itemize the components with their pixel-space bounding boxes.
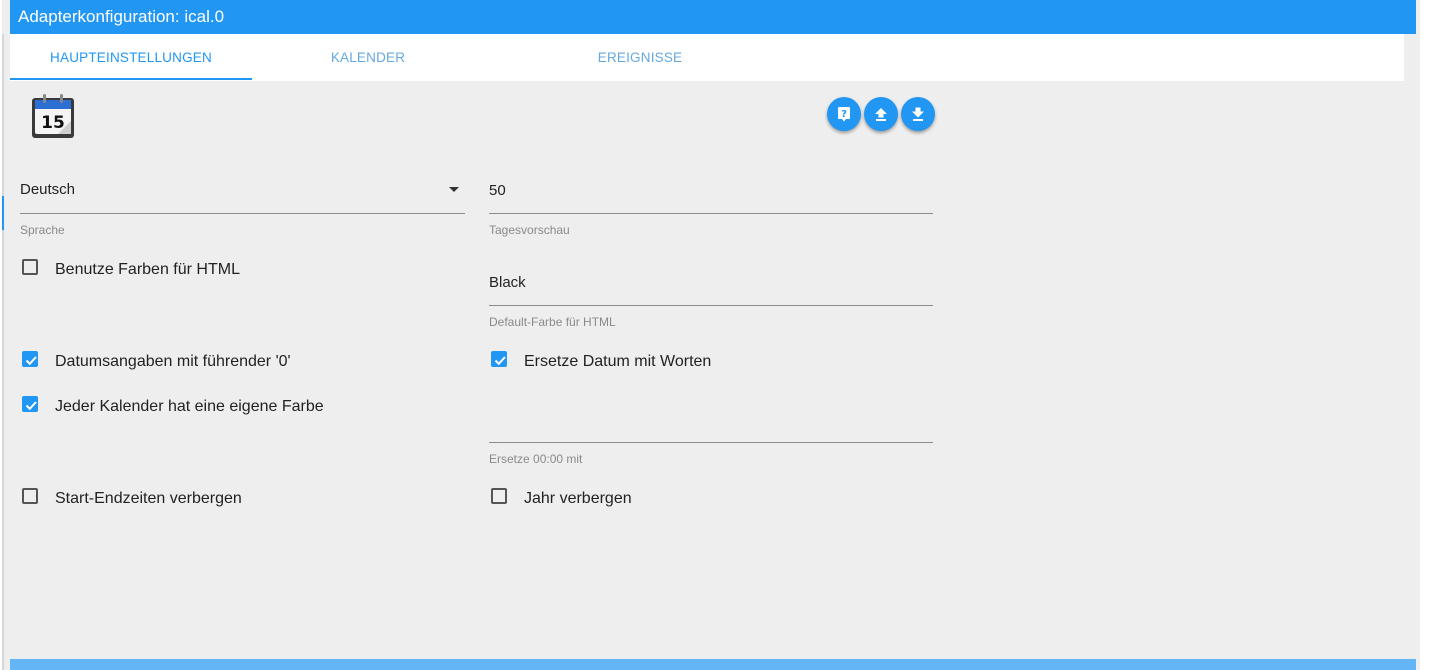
svg-text:15: 15	[41, 113, 65, 133]
left-edge-marker	[2, 196, 4, 230]
language-underline	[20, 213, 465, 214]
hide-year-label: Jahr verbergen	[524, 490, 632, 507]
download-button[interactable]	[901, 97, 935, 131]
use-colors-label: Benutze Farben für HTML	[55, 261, 240, 278]
hide-times-label: Start-Endzeiten verbergen	[55, 490, 242, 507]
svg-text:?: ?	[841, 109, 847, 120]
language-label: Sprache	[20, 223, 65, 237]
window-title: Adapterkonfiguration: ical.0	[10, 0, 1416, 34]
default-color-label: Default-Farbe für HTML	[489, 315, 616, 329]
upload-icon	[875, 108, 887, 121]
default-color-underline	[489, 305, 933, 306]
replace-date-label: Ersetze Datum mit Worten	[524, 353, 712, 370]
days-preview-label: Tagesvorschau	[489, 223, 570, 237]
tab-main-settings[interactable]: HAUPTEINSTELLUNGEN	[10, 34, 252, 81]
check-icon	[25, 401, 37, 411]
download-icon	[912, 107, 924, 121]
check-icon	[25, 356, 37, 366]
upload-button[interactable]	[864, 97, 898, 131]
days-preview-value: 50	[489, 182, 506, 199]
hide-year-checkbox[interactable]	[491, 488, 507, 504]
caret-down-icon	[449, 187, 459, 192]
replace-midnight-label: Ersetze 00:00 mit	[489, 452, 583, 466]
use-colors-checkbox[interactable]	[22, 259, 38, 275]
own-color-checkbox[interactable]	[22, 396, 38, 412]
left-edge	[2, 34, 4, 670]
tab-bar: HAUPTEINSTELLUNGEN KALENDER EREIGNISSE	[10, 34, 1404, 81]
hide-times-checkbox[interactable]	[22, 488, 38, 504]
tab-events[interactable]: EREIGNISSE	[519, 34, 761, 81]
leading-zero-label: Datumsangaben mit führender '0'	[55, 353, 291, 370]
leading-zero-checkbox[interactable]	[22, 351, 38, 367]
config-panel: Adapterkonfiguration: ical.0 HAUPTEINSTE…	[2, 0, 1420, 670]
replace-midnight-underline	[489, 442, 933, 443]
days-preview-underline	[489, 213, 933, 214]
default-color-value: Black	[489, 274, 526, 291]
calendar-icon: 15	[28, 90, 78, 140]
replace-date-checkbox[interactable]	[491, 351, 507, 367]
check-icon	[494, 356, 506, 366]
tab-calendar[interactable]: KALENDER	[247, 34, 489, 81]
bottom-toolbar	[10, 659, 1416, 670]
help-button[interactable]: ?	[827, 97, 861, 131]
language-value: Deutsch	[20, 181, 76, 198]
active-tab-indicator	[10, 78, 252, 80]
help-icon: ?	[838, 107, 850, 122]
own-color-label: Jeder Kalender hat eine eigene Farbe	[55, 398, 324, 415]
